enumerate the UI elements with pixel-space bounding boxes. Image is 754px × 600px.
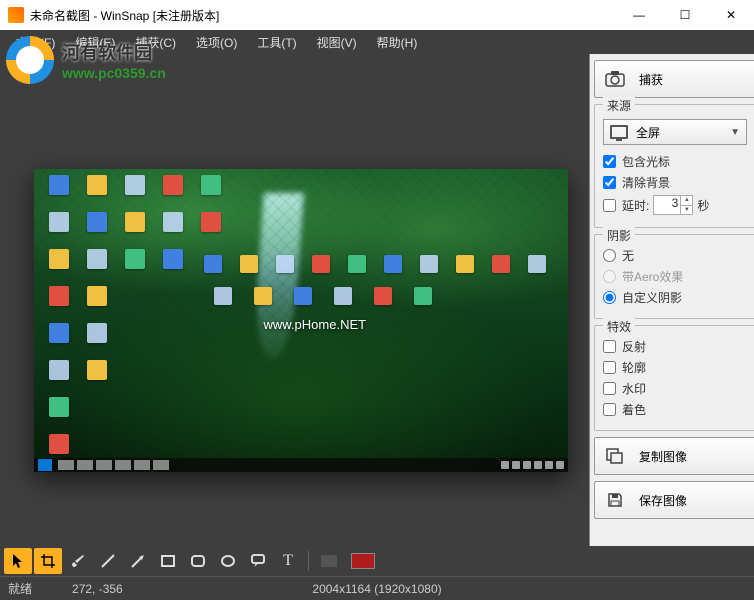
- save-icon: [605, 492, 625, 508]
- desktop-icons-row: [204, 255, 546, 273]
- delay-row: 延时: 3 ▲▼ 秒: [603, 195, 747, 215]
- shadow-aero-radio: 带Aero效果: [603, 268, 747, 285]
- capture-label: 捕获: [639, 71, 663, 88]
- tool-highlight[interactable]: [315, 548, 343, 574]
- window-title: 未命名截图 - WinSnap [未注册版本]: [30, 7, 616, 24]
- status-dimensions: 2004x1164 (1920x1080): [312, 582, 441, 596]
- fx-outline-checkbox[interactable]: 轮廓: [603, 359, 747, 376]
- source-group: 来源 全屏 ▼ 包含光标 清除背景 延时: 3 ▲▼ 秒: [594, 104, 754, 228]
- desktop-icons: [40, 175, 230, 467]
- toolbar: T: [0, 546, 754, 576]
- tool-text[interactable]: T: [274, 548, 302, 574]
- tool-brush[interactable]: [64, 548, 92, 574]
- spin-up-icon[interactable]: ▲: [681, 196, 692, 206]
- delay-spinner[interactable]: 3 ▲▼: [653, 195, 693, 215]
- menu-view[interactable]: 视图(V): [307, 30, 367, 54]
- chevron-down-icon: ▼: [730, 127, 740, 138]
- menu-capture[interactable]: 捕获(C): [125, 30, 186, 54]
- tool-pointer[interactable]: [4, 548, 32, 574]
- tool-line[interactable]: [94, 548, 122, 574]
- shadow-group: 阴影 无 带Aero效果 自定义阴影: [594, 234, 754, 319]
- canvas-area[interactable]: www.pHome.NET: [0, 54, 589, 546]
- effects-title: 特效: [603, 318, 635, 335]
- titlebar: 未命名截图 - WinSnap [未注册版本] — ☐ ✕: [0, 0, 754, 30]
- color-swatch[interactable]: [351, 553, 375, 569]
- tool-callout[interactable]: [244, 548, 272, 574]
- menu-tools[interactable]: 工具(T): [247, 30, 306, 54]
- toolbar-separator: [308, 551, 309, 571]
- tool-crop[interactable]: [34, 548, 62, 574]
- tool-rect[interactable]: [154, 548, 182, 574]
- camera-icon: [605, 71, 625, 87]
- menu-options[interactable]: 选项(O): [186, 30, 247, 54]
- start-icon: [38, 459, 52, 471]
- taskbar: [34, 458, 568, 472]
- save-image-button[interactable]: 保存图像: [594, 481, 754, 519]
- menubar: 文件(F) 编辑(E) 捕获(C) 选项(O) 工具(T) 视图(V) 帮助(H…: [0, 30, 754, 54]
- maximize-button[interactable]: ☐: [662, 0, 708, 30]
- capture-button[interactable]: 捕获: [594, 60, 754, 98]
- source-title: 来源: [603, 97, 635, 114]
- screenshot-preview[interactable]: www.pHome.NET: [34, 169, 568, 472]
- tool-roundrect[interactable]: [184, 548, 212, 574]
- include-cursor-checkbox[interactable]: 包含光标: [603, 153, 747, 170]
- fx-watermark-checkbox[interactable]: 水印: [603, 380, 747, 397]
- source-value: 全屏: [636, 124, 660, 141]
- status-ready: 就绪: [8, 580, 32, 597]
- statusbar: 就绪 272, -356 2004x1164 (1920x1080): [0, 576, 754, 600]
- copy-icon: [605, 448, 625, 464]
- shadow-none-radio[interactable]: 无: [603, 247, 747, 264]
- tool-arrow[interactable]: [124, 548, 152, 574]
- tool-ellipse[interactable]: [214, 548, 242, 574]
- copy-image-button[interactable]: 复制图像: [594, 437, 754, 475]
- shadow-title: 阴影: [603, 227, 635, 244]
- menu-edit[interactable]: 编辑(E): [65, 30, 125, 54]
- fx-color-checkbox[interactable]: 着色: [603, 401, 747, 418]
- app-icon: [8, 7, 24, 23]
- delay-checkbox[interactable]: [603, 199, 616, 212]
- minimize-button[interactable]: —: [616, 0, 662, 30]
- clear-bg-checkbox[interactable]: 清除背景: [603, 174, 747, 191]
- side-panel: 捕获 来源 全屏 ▼ 包含光标 清除背景 延时: 3 ▲▼ 秒 阴影: [589, 54, 754, 546]
- source-dropdown[interactable]: 全屏 ▼: [603, 119, 747, 145]
- desktop-icons-row-2: [214, 287, 432, 305]
- menu-help[interactable]: 帮助(H): [367, 30, 428, 54]
- close-button[interactable]: ✕: [708, 0, 754, 30]
- shadow-custom-radio[interactable]: 自定义阴影: [603, 289, 747, 306]
- menu-file[interactable]: 文件(F): [6, 30, 65, 54]
- fx-reflect-checkbox[interactable]: 反射: [603, 338, 747, 355]
- monitor-icon: [610, 125, 628, 139]
- effects-group: 特效 反射 轮廓 水印 着色: [594, 325, 754, 431]
- spin-down-icon[interactable]: ▼: [681, 206, 692, 215]
- save-label: 保存图像: [639, 492, 687, 509]
- status-coord: 272, -356: [72, 582, 123, 596]
- phome-watermark: www.pHome.NET: [264, 317, 367, 332]
- copy-label: 复制图像: [639, 448, 687, 465]
